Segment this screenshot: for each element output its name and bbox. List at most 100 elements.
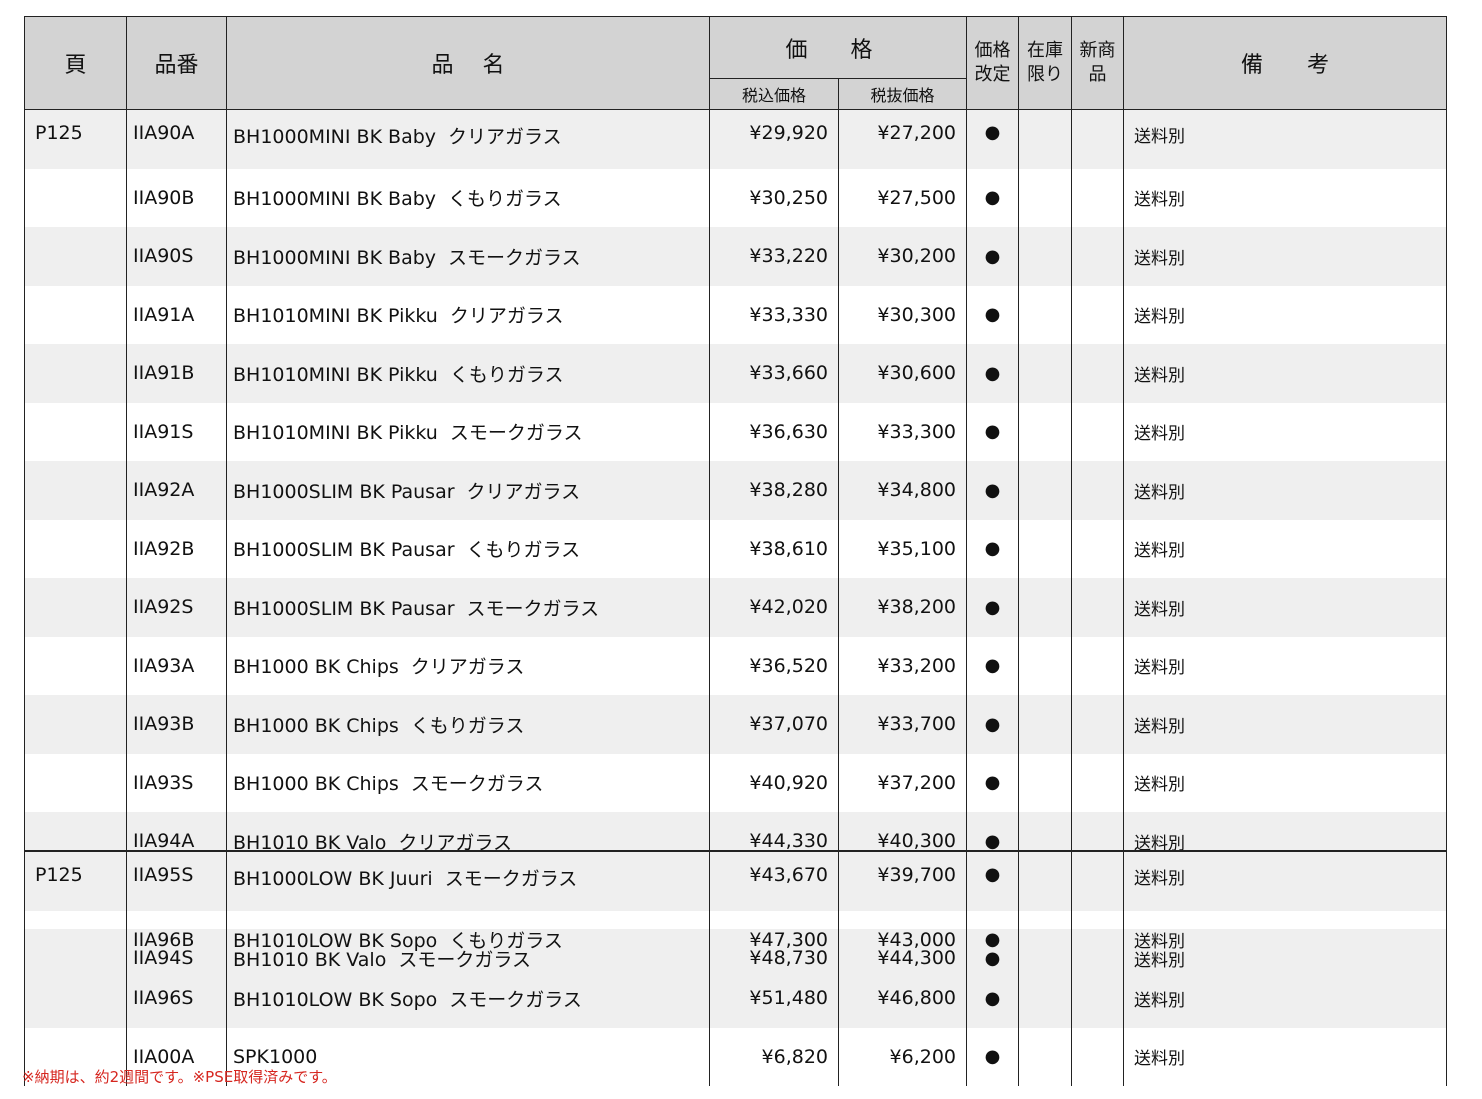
page-cell — [24, 285, 127, 344]
table-row: IIA91B BH1010MINI BK Pikku くもりガラス ¥33,660 ¥3… — [24, 344, 1447, 403]
product-name-cell: BH1010LOW BK Sopo スモークガラス — [226, 969, 710, 1028]
glass-type: スモークガラス — [448, 246, 581, 269]
table-row: IIA92A BH1000SLIM BK Pausar クリアガラス ¥38,280 ¥… — [24, 461, 1447, 520]
header-page: 頁 — [24, 16, 127, 110]
limited-stock-cell — [1018, 402, 1072, 461]
glass-type: クリアガラス — [449, 305, 564, 328]
price-revised-mark: ● — [966, 695, 1019, 754]
product-code: IIA90S — [126, 227, 227, 286]
price-incl: ¥30,250 — [709, 168, 839, 227]
header-limited: 在庫限り — [1018, 16, 1072, 110]
new-item-cell — [1071, 851, 1124, 911]
limited-stock-cell — [1018, 344, 1072, 403]
product-code: IIA91A — [126, 285, 227, 344]
price-incl: ¥38,280 — [709, 461, 839, 520]
table-row: P125 IIA95S BH1000LOW BK Juuri スモークガラス ¥43,6… — [24, 851, 1447, 911]
new-item-cell — [1071, 910, 1124, 969]
note-cell: 送料別 — [1123, 910, 1447, 969]
price-revised-mark: ● — [966, 753, 1019, 812]
product-name: BH1000 BK Chips — [233, 773, 399, 796]
product-name: BH1010MINI BK Pikku — [233, 305, 438, 328]
limited-stock-cell — [1018, 285, 1072, 344]
glass-type: スモークガラス — [449, 988, 582, 1011]
limited-stock-cell — [1018, 227, 1072, 286]
table-row: IIA92B BH1000SLIM BK Pausar くもりガラス ¥38,610 ¥… — [24, 519, 1447, 578]
product-code: IIA95S — [126, 851, 227, 911]
product-code: IIA92S — [126, 578, 227, 637]
price-table-block-2: P125 IIA95S BH1000LOW BK Juuri スモークガラス ¥43,6… — [24, 850, 1447, 1086]
new-item-cell — [1071, 695, 1124, 754]
table-row: IIA96S BH1010LOW BK Sopo スモークガラス ¥51,480 ¥46… — [24, 969, 1447, 1028]
product-name-cell: BH1000LOW BK Juuri スモークガラス — [226, 851, 710, 911]
note-cell: 送料別 — [1123, 1027, 1447, 1086]
product-name: BH1000 BK Chips — [233, 714, 399, 737]
note-cell: 送料別 — [1123, 636, 1447, 695]
new-item-cell — [1071, 402, 1124, 461]
price-incl: ¥29,920 — [709, 110, 839, 169]
price-incl: ¥33,220 — [709, 227, 839, 286]
note-cell: 送料別 — [1123, 402, 1447, 461]
price-excl: ¥34,800 — [838, 461, 967, 520]
header-code: 品番 — [126, 16, 227, 110]
price-excl: ¥43,000 — [838, 910, 967, 969]
glass-type: スモークガラス — [444, 868, 578, 890]
product-name: BH1000SLIM BK Pausar — [233, 480, 455, 503]
price-excl: ¥33,700 — [838, 695, 967, 754]
glass-type: スモークガラス — [410, 773, 544, 796]
limited-stock-cell — [1018, 1027, 1072, 1086]
glass-type: スモークガラス — [466, 597, 600, 620]
price-revised-mark: ● — [966, 910, 1019, 969]
price-incl: ¥47,300 — [709, 910, 839, 969]
note-cell: 送料別 — [1123, 227, 1447, 286]
header-revised: 価格改定 — [966, 16, 1019, 110]
price-revised-mark: ● — [966, 636, 1019, 695]
new-item-cell — [1071, 578, 1124, 637]
table-row: IIA93S BH1000 BK Chips スモークガラス ¥40,920 ¥37,2… — [24, 753, 1447, 812]
page-cell — [24, 344, 127, 403]
note-cell: 送料別 — [1123, 753, 1447, 812]
price-incl: ¥33,660 — [709, 344, 839, 403]
price-incl: ¥33,330 — [709, 285, 839, 344]
product-code: IIA96S — [126, 969, 227, 1028]
product-name-cell: BH1000MINI BK Baby スモークガラス — [226, 227, 710, 286]
price-revised-mark: ● — [966, 851, 1019, 911]
glass-type: くもりガラス — [448, 188, 562, 211]
price-revised-mark: ● — [966, 519, 1019, 578]
product-code: IIA92B — [126, 519, 227, 578]
price-incl: ¥42,020 — [709, 578, 839, 637]
price-incl: ¥38,610 — [709, 519, 839, 578]
glass-type: クリアガラス — [466, 480, 581, 503]
product-name: BH1000SLIM BK Pausar — [233, 539, 455, 562]
header-name: 品 名 — [226, 16, 710, 110]
price-excl: ¥33,300 — [838, 402, 967, 461]
table-row: IIA93A BH1000 BK Chips クリアガラス ¥36,520 ¥33,20… — [24, 636, 1447, 695]
product-name-cell: BH1000SLIM BK Pausar くもりガラス — [226, 519, 710, 578]
price-incl: ¥43,670 — [709, 851, 839, 911]
price-incl: ¥6,820 — [709, 1027, 839, 1086]
price-incl: ¥36,520 — [709, 636, 839, 695]
page-cell — [24, 402, 127, 461]
new-item-cell — [1071, 1027, 1124, 1086]
price-revised-mark: ● — [966, 969, 1019, 1028]
product-name: BH1010LOW BK Sopo — [233, 988, 438, 1011]
note-cell: 送料別 — [1123, 851, 1447, 911]
price-revised-mark: ● — [966, 168, 1019, 227]
product-name-cell: BH1000MINI BK Baby くもりガラス — [226, 168, 710, 227]
price-revised-mark: ● — [966, 227, 1019, 286]
table-row: IIA91A BH1010MINI BK Pikku クリアガラス ¥33,330 ¥3… — [24, 285, 1447, 344]
page-cell — [24, 519, 127, 578]
footnote: ※納期は、約2週間です。※PSE取得済みです。 — [22, 1068, 337, 1086]
product-name: BH1000MINI BK Baby — [233, 126, 437, 148]
product-code: IIA92A — [126, 461, 227, 520]
limited-stock-cell — [1018, 578, 1072, 637]
page-cell — [24, 168, 127, 227]
product-name-cell: BH1000 BK Chips スモークガラス — [226, 753, 710, 812]
product-name: BH1000SLIM BK Pausar — [233, 597, 455, 620]
glass-type: スモークガラス — [449, 422, 583, 445]
product-name-cell: BH1000SLIM BK Pausar クリアガラス — [226, 461, 710, 520]
price-excl: ¥30,200 — [838, 227, 967, 286]
product-name: BH1000 BK Chips — [233, 656, 399, 679]
header-price: 価 格 — [709, 16, 967, 79]
table-row: IIA92S BH1000SLIM BK Pausar スモークガラス ¥42,020… — [24, 578, 1447, 637]
page-cell — [24, 753, 127, 812]
